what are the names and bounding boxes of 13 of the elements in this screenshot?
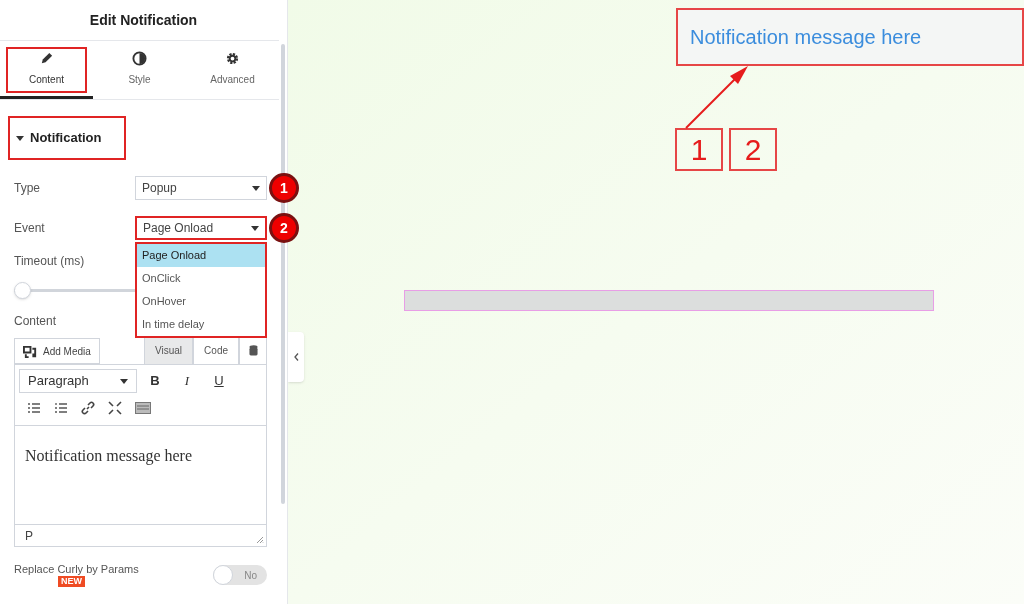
field-label: Content <box>14 313 57 330</box>
field-label: Event <box>14 220 45 237</box>
notification-message: Notification message here <box>676 8 1024 66</box>
panel-title: Edit Notification <box>88 10 199 30</box>
number-label: 1 <box>675 128 723 171</box>
toggle-label: Replace Curly by Params <box>14 563 139 575</box>
field-label: Timeout (ms) <box>14 253 85 270</box>
field-label: Type <box>14 180 40 197</box>
element-path: P <box>25 527 33 545</box>
step-badge: 2 <box>269 213 299 243</box>
step-badge: 1 <box>269 173 299 203</box>
new-badge: NEW <box>58 576 85 587</box>
number-label: 2 <box>729 128 777 171</box>
